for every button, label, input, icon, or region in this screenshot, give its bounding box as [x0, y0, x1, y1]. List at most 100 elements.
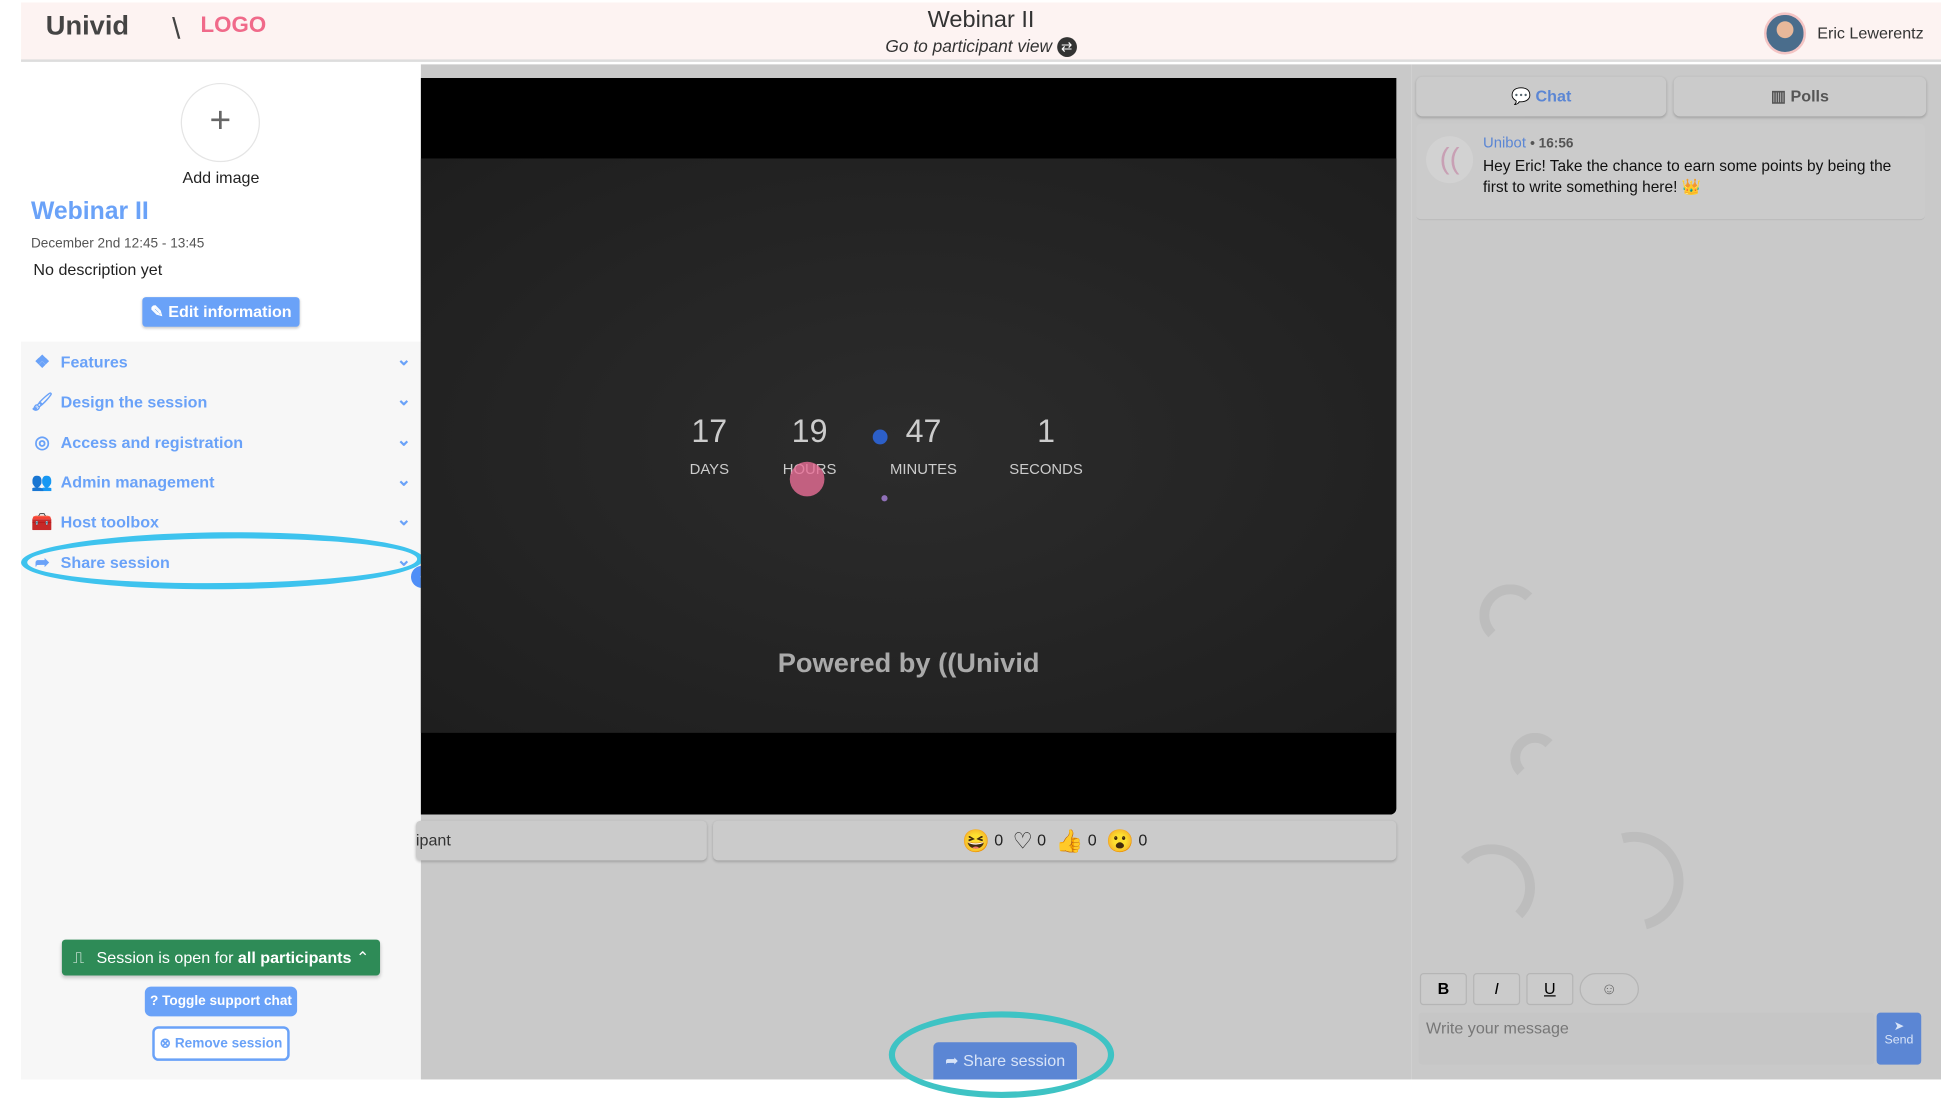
edit-icon: ✎: [150, 302, 164, 321]
reaction-count: 0: [1138, 830, 1148, 850]
close-circle-icon: ⊗: [159, 1036, 172, 1051]
powered-by: Powered by ((Univid: [421, 647, 1396, 679]
top-header: Univid \ LOGO Webinar II Go to participa…: [21, 2, 1941, 62]
session-open-button[interactable]: ⎍ Session is open for all participants ⌃: [61, 939, 381, 976]
message-placeholder: Write your message: [1426, 1018, 1569, 1038]
send-label: Send: [1884, 1033, 1914, 1048]
main-stage: 17DAYS 19HOURS 47MINUTES 1SECONDS Powere…: [415, 64, 1412, 1099]
decor-swirl: [1566, 813, 1702, 950]
chat-message: (( Unibot • 16:56 Hey Eric! Take the cha…: [1416, 123, 1925, 221]
session-open-label: Session is open for: [96, 948, 238, 967]
plus-icon: +: [209, 100, 232, 142]
user-avatar[interactable]: [1764, 12, 1807, 55]
heart-icon: ♡: [1012, 828, 1033, 854]
cubes-icon: ❖: [34, 351, 50, 372]
remove-session-button[interactable]: ⊗ Remove session: [152, 1026, 290, 1061]
share-session-button[interactable]: ➦ Share session: [933, 1042, 1077, 1080]
reaction-heart[interactable]: ♡ 0: [1013, 821, 1046, 861]
participant-view-label[interactable]: Go to participant view: [885, 36, 1052, 56]
send-button[interactable]: ➤ Send: [1876, 1012, 1922, 1065]
countdown-minutes: 47 MINUTES: [862, 412, 986, 478]
countdown-seconds: 1 SECONDS: [984, 412, 1108, 478]
minutes-label: MINUTES: [890, 460, 957, 478]
participant-bar[interactable]: ipant: [415, 820, 707, 861]
tab-polls[interactable]: ▥ Polls: [1673, 76, 1927, 117]
sidebar: + Add image Webinar II December 2nd 12:4…: [20, 64, 434, 1080]
laugh-icon: 😆: [962, 828, 990, 854]
brush-icon: 🖌: [31, 391, 54, 411]
chevron-down-icon[interactable]: ⌄: [396, 469, 411, 490]
user-name[interactable]: Eric Lewerentz: [1817, 24, 1923, 43]
chevron-down-icon[interactable]: ⌄: [396, 349, 411, 370]
decor-swirl: [1479, 584, 1542, 647]
door-icon: ⎍: [73, 948, 85, 967]
italic-button[interactable]: I: [1473, 972, 1521, 1006]
bold-button[interactable]: B: [1419, 972, 1467, 1006]
message-header: Unibot • 16:56: [1483, 133, 1574, 152]
chevron-up-icon: ⌃: [355, 948, 370, 967]
reaction-count: 0: [1037, 830, 1047, 850]
message-input[interactable]: Write your message: [1418, 1012, 1875, 1065]
chat-panel: 💬 Chat ▥ Polls (( Unibot • 16:56 Hey Eri…: [1411, 64, 1941, 1080]
decor-dot: [872, 429, 888, 445]
seconds-value: 1: [1037, 412, 1055, 450]
chevron-down-icon[interactable]: ⌄: [396, 389, 411, 410]
swap-icon[interactable]: ⇄: [1056, 37, 1077, 58]
session-title: Webinar II: [927, 7, 1035, 34]
sidebar-item-label: Admin management: [60, 472, 215, 492]
poll-chart-icon: ▥: [1770, 86, 1787, 106]
message-author: Unibot: [1483, 133, 1526, 152]
unibot-avatar: ((: [1426, 136, 1474, 184]
share-icon: ➦: [945, 1050, 959, 1070]
toolbox-icon: 🧰: [31, 511, 53, 532]
reaction-laugh[interactable]: 😆 0: [962, 821, 1003, 861]
sidebar-item-label: Access and registration: [60, 433, 244, 452]
chevron-down-icon[interactable]: ⌄: [396, 430, 411, 451]
sidebar-item-admin[interactable]: 👥 Admin management ⌄: [21, 462, 421, 502]
tab-chat[interactable]: 💬 Chat: [1416, 76, 1667, 117]
sidebar-item-label: Features: [60, 352, 128, 372]
reaction-thumbs-up[interactable]: 👍 0: [1056, 821, 1097, 861]
sidebar-item-label: Host toolbox: [60, 512, 159, 532]
paper-plane-icon: ➤: [1893, 1020, 1905, 1034]
surprised-icon: 😮: [1106, 828, 1134, 854]
question-icon: ?: [149, 994, 159, 1009]
powered-by-label: Powered by: [777, 647, 931, 679]
tab-polls-label: Polls: [1790, 86, 1829, 106]
session-date: December 2nd 12:45 - 13:45: [30, 236, 205, 252]
chevron-down-icon[interactable]: ⌄: [396, 509, 411, 530]
participant-label: ipant: [415, 830, 451, 850]
underline-button[interactable]: U: [1526, 972, 1574, 1006]
remove-session-label: Remove session: [174, 1036, 283, 1051]
toggle-support-label: Toggle support chat: [162, 994, 292, 1009]
thumbs-up-icon: 👍: [1055, 828, 1084, 854]
add-image-label: Add image: [182, 168, 260, 187]
video-player[interactable]: 17DAYS 19HOURS 47MINUTES 1SECONDS Powere…: [420, 77, 1397, 815]
sidebar-item-label: Design the session: [60, 392, 208, 411]
edit-information-button[interactable]: ✎ Edit information: [142, 297, 300, 327]
fingerprint-icon: ◎: [34, 432, 50, 452]
add-image-button[interactable]: +: [180, 82, 260, 163]
decor-dot: [789, 461, 825, 497]
univid-logo-icon: ((: [938, 647, 957, 679]
decor-dot: [881, 495, 888, 502]
emoji-button[interactable]: ☺: [1579, 972, 1639, 1006]
share-session-label: Share session: [963, 1050, 1066, 1070]
message-text: Hey Eric! Take the chance to earn some p…: [1483, 157, 1892, 196]
seconds-label: SECONDS: [1009, 460, 1083, 478]
powered-by-logo: Univid: [956, 647, 1040, 679]
reactions-bar: 😆 0 ♡ 0 👍 0 😮 0: [713, 820, 1397, 861]
reaction-count: 0: [1087, 830, 1097, 850]
session-open-audience: all participants: [237, 948, 352, 967]
participant-view-link[interactable]: Go to participant view ⇄: [21, 36, 1941, 58]
chat-bubble-icon: 💬: [1511, 86, 1532, 106]
sidebar-item-design[interactable]: 🖌 Design the session ⌄: [21, 381, 421, 421]
sidebar-item-access[interactable]: ◎ Access and registration ⌄: [21, 422, 421, 462]
sidebar-item-features[interactable]: ❖ Features ⌄: [21, 342, 421, 382]
users-icon: 👥: [31, 471, 53, 492]
tab-chat-label: Chat: [1535, 86, 1572, 106]
reaction-surprised[interactable]: 😮 0: [1106, 821, 1147, 861]
edit-information-label: Edit information: [168, 302, 292, 321]
toggle-support-chat-button[interactable]: ? Toggle support chat: [144, 986, 298, 1017]
reaction-count: 0: [994, 830, 1004, 850]
